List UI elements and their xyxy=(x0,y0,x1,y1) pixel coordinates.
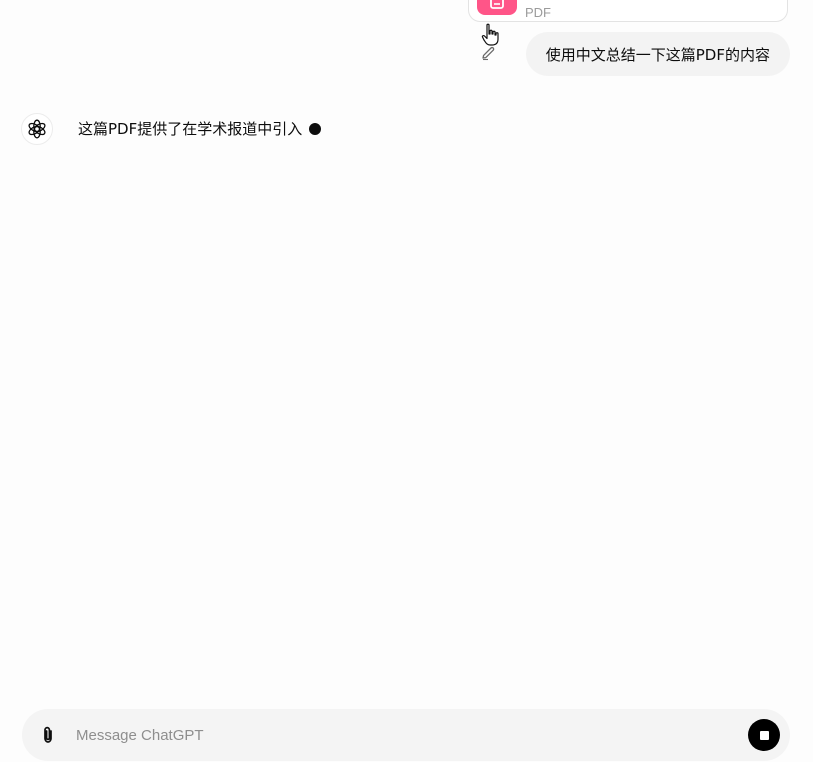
stop-icon xyxy=(759,730,769,740)
attachment-type-label: PDF xyxy=(525,5,551,20)
pencil-icon[interactable] xyxy=(480,45,496,61)
document-icon xyxy=(477,0,517,15)
message-composer xyxy=(22,709,790,761)
assistant-avatar xyxy=(21,113,53,145)
message-input[interactable] xyxy=(76,719,716,751)
typing-dot xyxy=(309,123,322,135)
chat-page: PDF 使用中文总结一下这篇PDF的内容 这篇PDF提供了在学术报道中引入 xyxy=(0,0,813,762)
attachment-card[interactable]: PDF xyxy=(468,0,788,22)
hand-cursor-icon xyxy=(481,23,499,46)
assistant-message-text: 这篇PDF提供了在学术报道中引入 xyxy=(78,120,303,138)
user-message-text: 使用中文总结一下这篇PDF的内容 xyxy=(545,45,770,64)
openai-logo-icon xyxy=(28,119,46,139)
stop-generating-button[interactable] xyxy=(748,719,780,751)
assistant-message: 这篇PDF提供了在学术报道中引入 xyxy=(78,119,322,139)
user-message-bubble: 使用中文总结一下这篇PDF的内容 xyxy=(525,32,790,76)
paperclip-icon xyxy=(44,726,52,743)
attach-button[interactable] xyxy=(36,723,60,747)
